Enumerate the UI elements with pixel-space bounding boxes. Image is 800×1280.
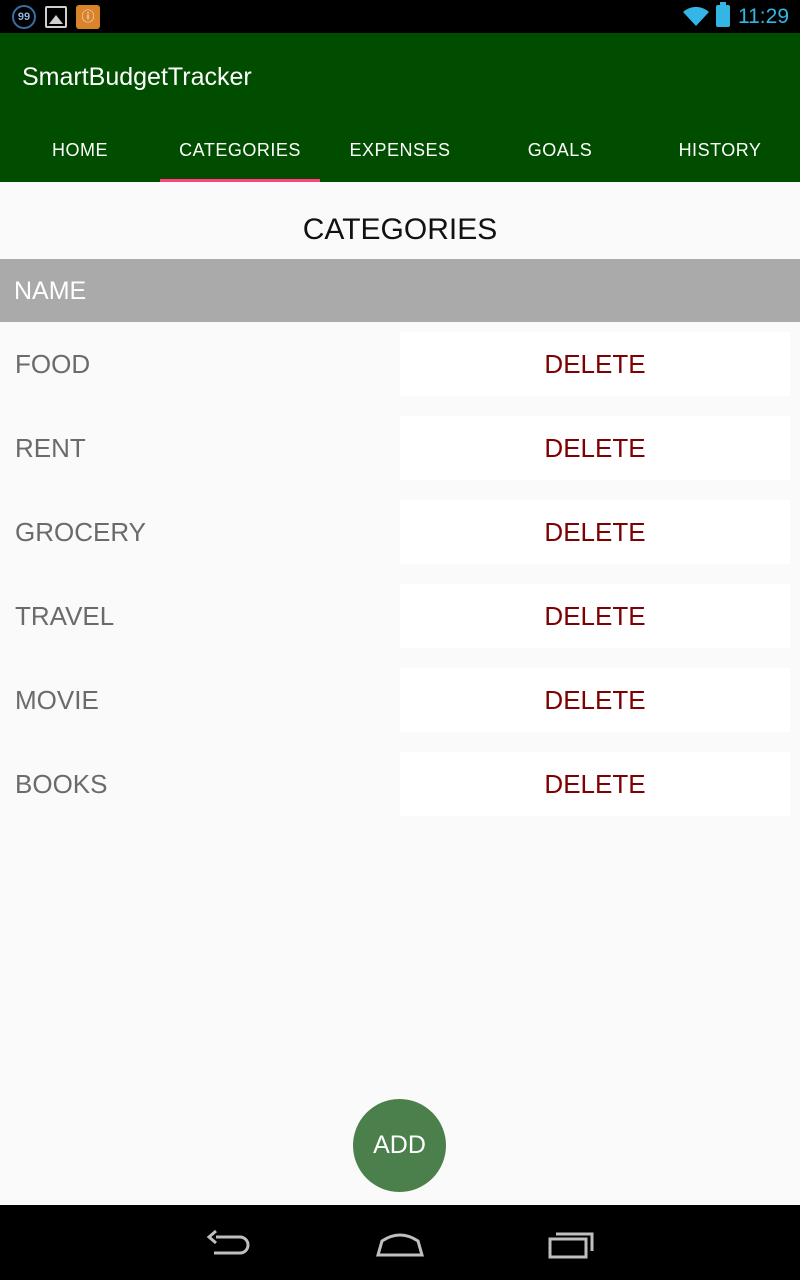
table-row: GROCERY DELETE xyxy=(0,500,800,564)
page-title: CATEGORIES xyxy=(302,213,498,246)
tab-expenses[interactable]: EXPENSES xyxy=(320,118,480,182)
table-row: BOOKS DELETE xyxy=(0,752,800,816)
column-header-name: NAME xyxy=(14,277,87,305)
clock: 11:29 xyxy=(738,5,789,28)
category-name: RENT xyxy=(15,433,86,463)
tab-bar: HOME CATEGORIES EXPENSES GOALS HISTORY xyxy=(0,118,800,182)
delete-button[interactable]: DELETE xyxy=(400,752,790,816)
delete-button[interactable]: DELETE xyxy=(400,332,790,396)
tab-goals[interactable]: GOALS xyxy=(480,118,640,182)
table-row: RENT DELETE xyxy=(0,416,800,480)
table-header: NAME xyxy=(0,259,800,322)
table-row: FOOD DELETE xyxy=(0,332,800,396)
home-icon[interactable] xyxy=(370,1223,430,1263)
delete-button[interactable]: DELETE xyxy=(400,584,790,648)
status-bar: 99 ⓘ 11:29 xyxy=(0,0,800,33)
image-icon xyxy=(45,6,67,28)
delete-button[interactable]: DELETE xyxy=(400,668,790,732)
category-name: BOOKS xyxy=(15,769,108,799)
category-name: GROCERY xyxy=(15,517,146,547)
tab-history[interactable]: HISTORY xyxy=(640,118,800,182)
delete-button[interactable]: DELETE xyxy=(400,500,790,564)
delete-button[interactable]: DELETE xyxy=(400,416,790,480)
battery-icon xyxy=(716,2,730,27)
recents-icon[interactable] xyxy=(542,1223,602,1263)
category-name: MOVIE xyxy=(15,685,99,715)
table-row: TRAVEL DELETE xyxy=(0,584,800,648)
app-bar: SmartBudgetTracker HOME CATEGORIES EXPEN… xyxy=(0,33,800,182)
notification-icon: ⓘ xyxy=(76,5,100,29)
add-button[interactable]: ADD xyxy=(353,1099,446,1192)
back-icon[interactable] xyxy=(200,1223,260,1263)
navigation-bar xyxy=(0,1205,800,1280)
tab-categories[interactable]: CATEGORIES xyxy=(160,118,320,182)
category-name: TRAVEL xyxy=(15,601,115,631)
app-title: SmartBudgetTracker xyxy=(22,63,252,91)
wifi-icon xyxy=(683,6,709,26)
counter-icon: 99 xyxy=(12,5,36,29)
table-row: MOVIE DELETE xyxy=(0,668,800,732)
category-name: FOOD xyxy=(15,349,91,379)
tab-home[interactable]: HOME xyxy=(0,118,160,182)
